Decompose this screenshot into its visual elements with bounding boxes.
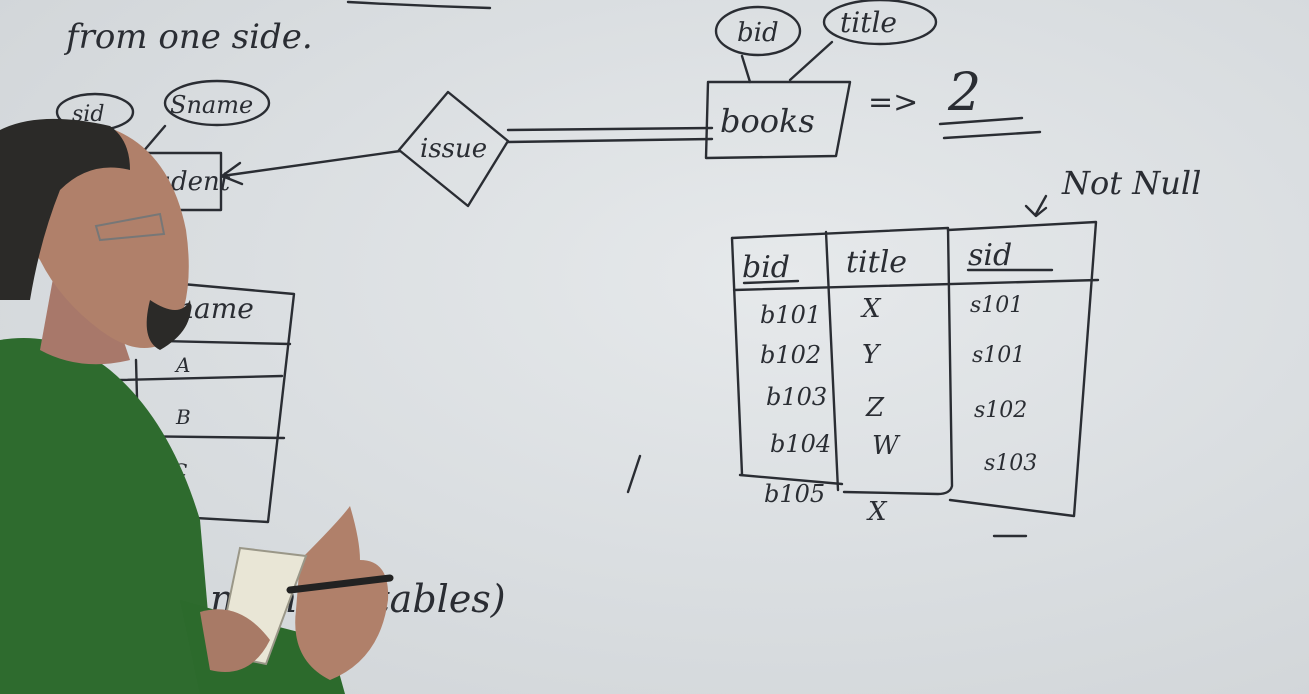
presenter-shirt (0, 338, 215, 694)
books-row-4-sid: s103 (984, 451, 1037, 476)
books-row-4-bid: b104 (770, 430, 831, 458)
issue-label: issue (420, 134, 487, 164)
books-row-2-bid: b102 (760, 341, 821, 369)
result-value: 2 (947, 63, 981, 123)
books-row-1-title: X (860, 294, 882, 324)
books-entity-label: books (720, 102, 815, 140)
student-table-rule-2 (118, 374, 284, 382)
student-row-2-name: B (175, 405, 191, 429)
student-row-1-name: A (174, 353, 190, 377)
books-entity: books bid title (704, 0, 938, 160)
books-table: bid title sid b101 X s101 b102 Y s101 b1… (730, 220, 1100, 538)
implies-arrow: => (868, 85, 918, 120)
stray-mark (626, 454, 642, 494)
presenter (0, 118, 394, 694)
bid-connector (740, 54, 752, 84)
issue-books-line-2 (506, 137, 714, 144)
books-row-2-sid: s101 (972, 343, 1025, 368)
books-table-header-sid: sid (968, 238, 1012, 273)
title-attribute-label: title (840, 6, 897, 39)
books-row-3-sid: s102 (974, 398, 1027, 423)
books-extra-row-bid: b105 (764, 480, 825, 508)
result-underline-2 (942, 130, 1042, 140)
books-row-3-bid: b103 (766, 383, 827, 411)
books-row-4-title: W (872, 431, 901, 461)
issue-relationship: issue (397, 90, 510, 208)
books-table-left-edge (730, 236, 744, 476)
books-row-2-title: Y (862, 340, 882, 370)
sname-attribute-label: Sname (170, 91, 253, 119)
books-table-header-bid: bid (742, 250, 790, 285)
books-extra-row-title: X (866, 497, 888, 527)
bid-attribute-label: bid (737, 18, 779, 48)
issue-student-line (220, 149, 402, 178)
title-connector (788, 40, 834, 82)
heading-fragment: from one side. (63, 17, 313, 57)
underline-fragment (346, 0, 492, 10)
books-row-1-bid: b101 (760, 301, 821, 329)
not-null-note: Not Null (1061, 164, 1201, 202)
books-row-3-title: Z (865, 393, 885, 423)
not-null-arrowhead (1024, 204, 1048, 218)
presenter-hand (295, 506, 389, 680)
issue-books-line-1 (506, 126, 714, 132)
whiteboard-drawing: from one side. Student sid Sname issue b… (0, 0, 1201, 694)
whiteboard-photo: from one side. Student sid Sname issue b… (0, 0, 1309, 694)
books-row-1-sid: s101 (970, 293, 1023, 318)
books-table-header-title: title (846, 245, 907, 280)
